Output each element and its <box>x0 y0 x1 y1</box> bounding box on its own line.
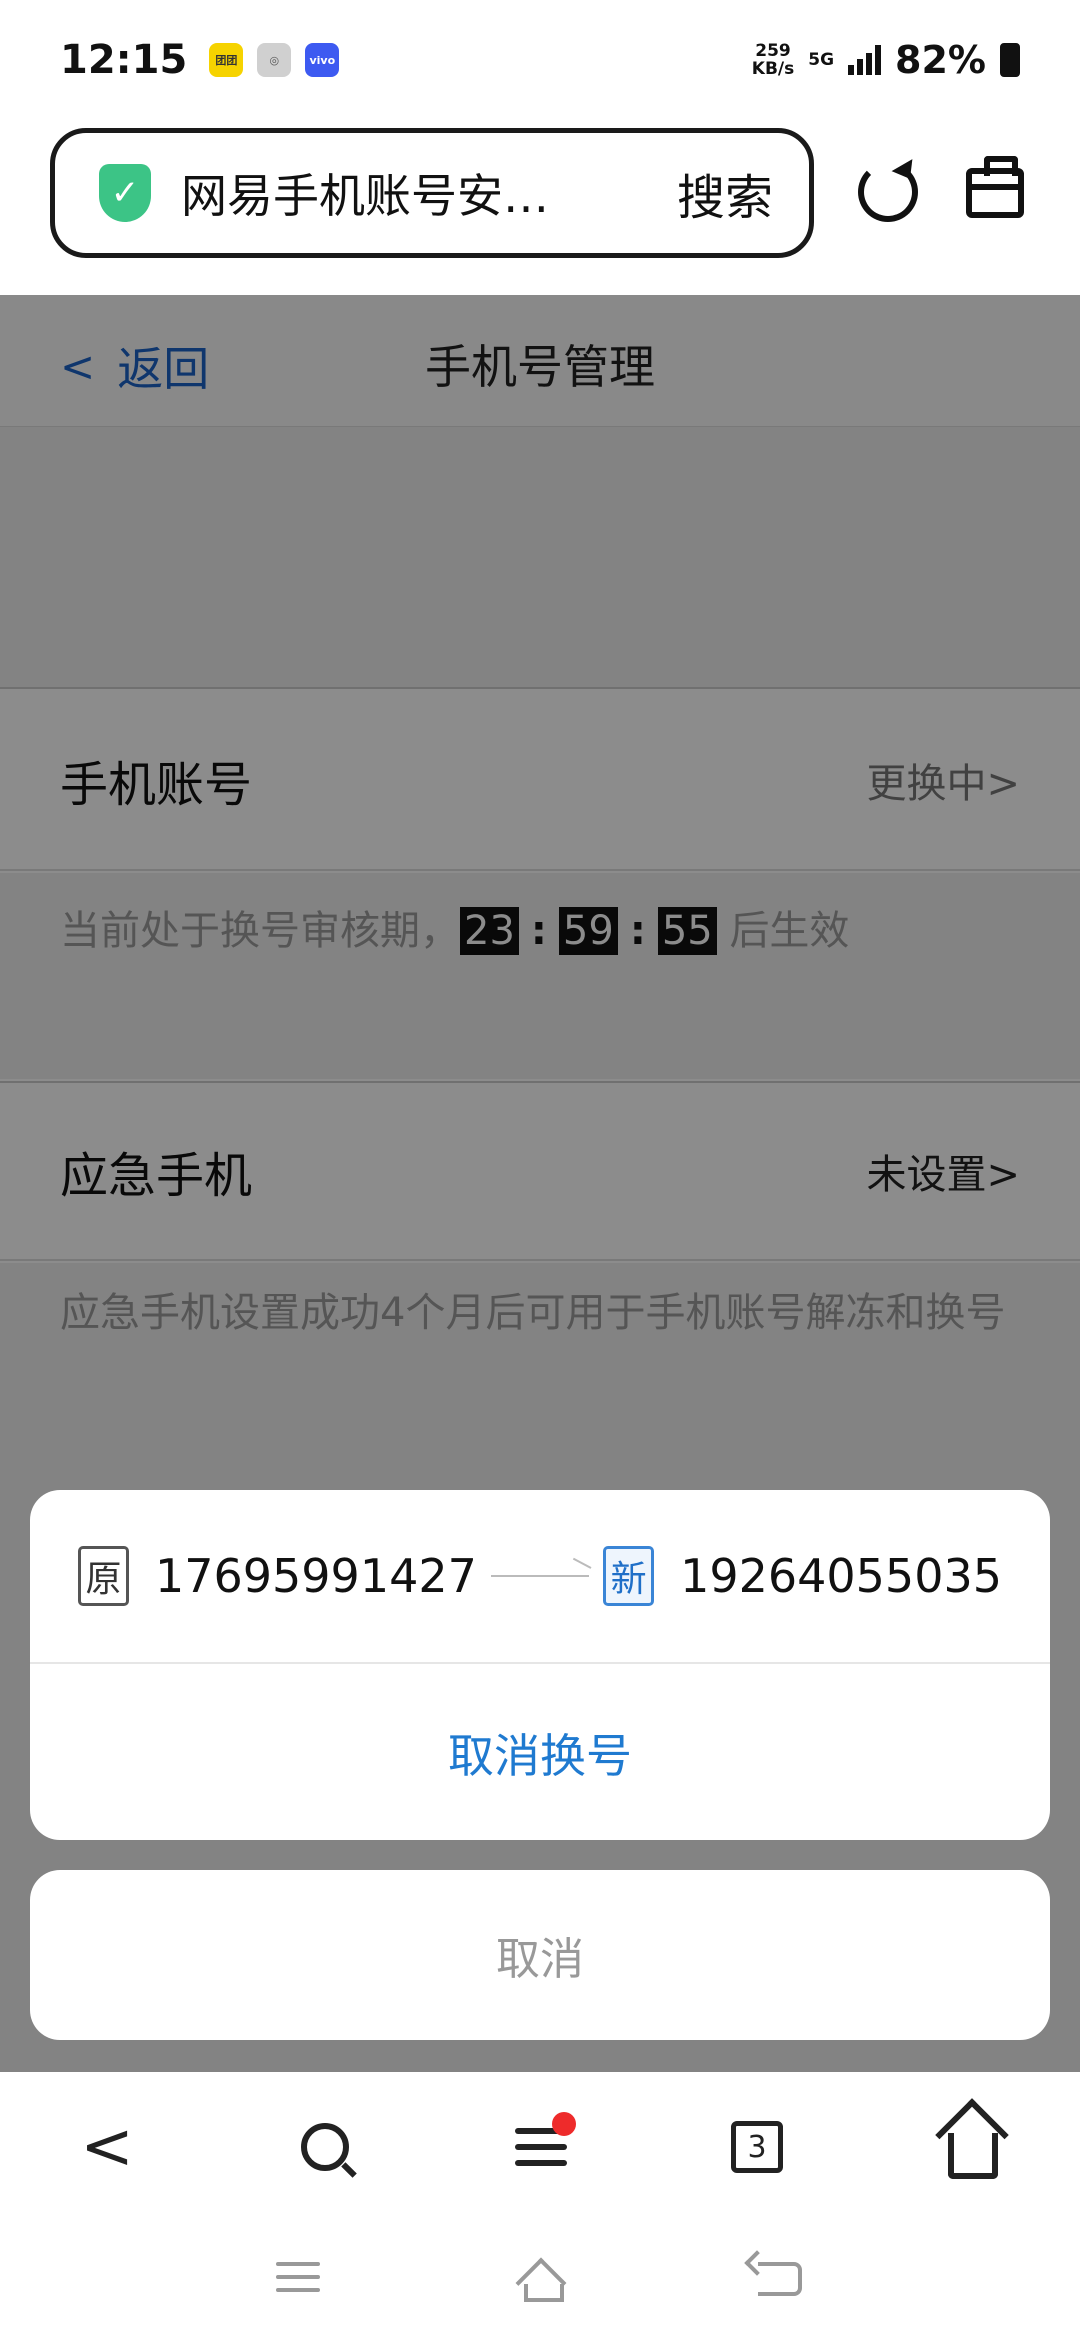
number-change-sheet: 原 17695991427 新 19264055035 取消换号 <box>30 1490 1050 1840</box>
search-icon[interactable] <box>290 2112 360 2182</box>
number-swap-info: 原 17695991427 新 19264055035 <box>30 1490 1050 1664</box>
refresh-icon[interactable] <box>858 162 918 222</box>
search-button[interactable]: 搜索 <box>677 158 773 228</box>
cancel-number-change-button[interactable]: 取消换号 <box>30 1666 1050 1840</box>
page-title-in-address-bar: 网易手机账号安… <box>181 169 549 223</box>
back-icon[interactable]: < <box>72 2110 142 2184</box>
toolbox-icon[interactable] <box>966 156 1024 218</box>
old-number-tag: 原 <box>78 1546 129 1606</box>
status-indicators: 259 KB/s 5G 82% <box>752 38 1020 82</box>
cancel-button[interactable]: 取消 <box>30 1870 1050 2040</box>
battery-percent: 82% <box>895 38 986 82</box>
system-home-icon[interactable] <box>516 2258 564 2302</box>
notification-dot <box>552 2112 576 2136</box>
meituan-app-icon: 团团 <box>209 43 244 77</box>
settings-app-icon: ◎ <box>257 43 292 77</box>
tab-count: 3 <box>731 2121 783 2173</box>
recent-apps-icon[interactable] <box>276 2262 320 2292</box>
old-phone-number: 17695991427 <box>154 1549 477 1603</box>
net-speed: 259 KB/s <box>751 41 795 79</box>
new-phone-number: 19264055035 <box>680 1549 1002 1603</box>
security-shield-icon: ✓ <box>99 164 151 222</box>
tabs-button[interactable]: 3 <box>722 2112 792 2182</box>
address-bar[interactable]: ✓ 网易手机账号安… 搜索 <box>50 128 814 258</box>
new-number-tag: 新 <box>603 1546 655 1606</box>
network-type: 5G <box>808 50 835 70</box>
browser-bar: ✓ 网易手机账号安… 搜索 <box>0 120 1080 295</box>
browser-toolbar: < 3 <box>0 2072 1080 2222</box>
status-bar: 12:15 团团 ◎ vivo 259 KB/s 5G 82% <box>0 0 1080 120</box>
status-app-icons: 团团 ◎ vivo <box>209 43 340 77</box>
arrow-right-icon <box>490 1575 590 1577</box>
system-nav-bar <box>0 2222 1080 2344</box>
vivo-app-icon: vivo <box>305 43 340 77</box>
system-back-icon[interactable] <box>758 2262 802 2296</box>
status-time: 12:15 <box>60 37 188 83</box>
home-icon[interactable] <box>938 2112 1008 2182</box>
battery-icon <box>1000 43 1020 77</box>
signal-icon <box>848 45 882 75</box>
